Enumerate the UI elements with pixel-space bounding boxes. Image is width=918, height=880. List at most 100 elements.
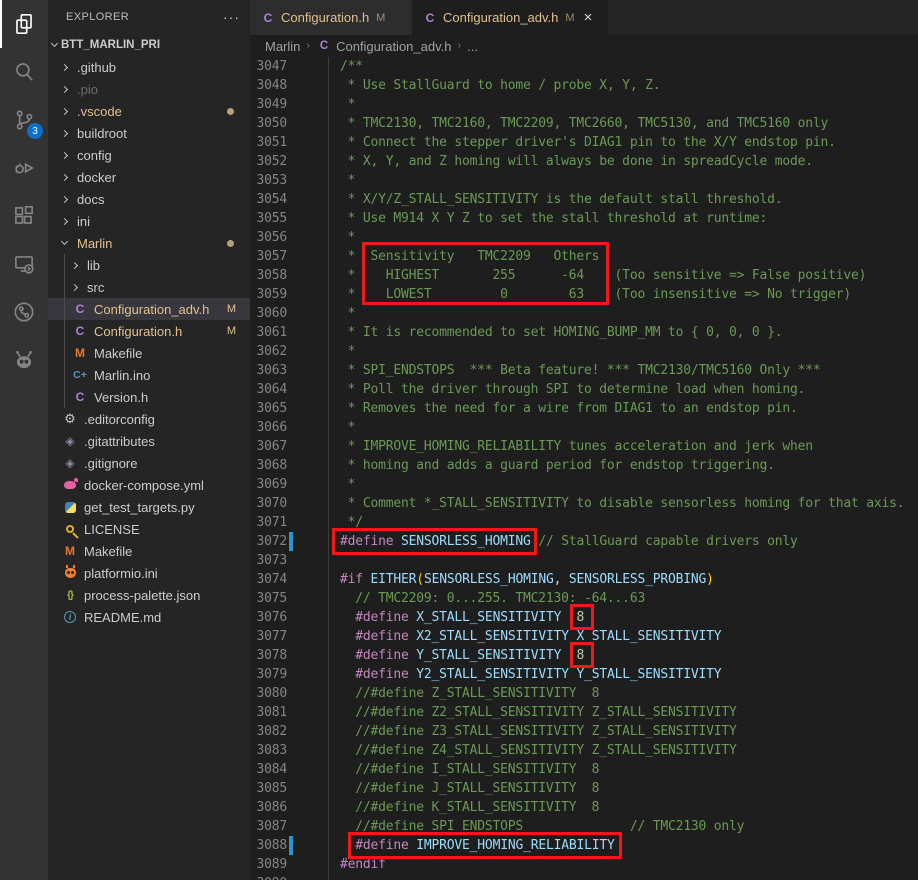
code-line-3054[interactable]: 3054 * X/Y/Z_STALL_SENSITIVITY is the de… bbox=[250, 190, 918, 209]
c-file-icon: C bbox=[422, 11, 438, 25]
code-line-3087[interactable]: 3087 //#define SPI_ENDSTOPS // TMC2130 o… bbox=[250, 817, 918, 836]
code-text: #define Y_STALL_SENSITIVITY 8 bbox=[340, 646, 584, 665]
code-line-3079[interactable]: 3079 #define Y2_STALL_SENSITIVITY Y_STAL… bbox=[250, 665, 918, 684]
code-line-3066[interactable]: 3066 * bbox=[250, 418, 918, 437]
code-line-3060[interactable]: 3060 * bbox=[250, 304, 918, 323]
tree-item-makefile[interactable]: MMakefile bbox=[48, 540, 250, 562]
extensions-icon[interactable] bbox=[0, 192, 48, 240]
tree-item-docs[interactable]: docs bbox=[48, 188, 250, 210]
code-line-3050[interactable]: 3050 * TMC2130, TMC2160, TMC2209, TMC266… bbox=[250, 114, 918, 133]
platformio-icon[interactable] bbox=[0, 336, 48, 384]
tree-item--pio[interactable]: .pio bbox=[48, 78, 250, 100]
chevron-right-icon bbox=[61, 217, 68, 224]
run-debug-icon[interactable] bbox=[0, 144, 48, 192]
code-line-3076[interactable]: 3076 #define X_STALL_SENSITIVITY 8 bbox=[250, 608, 918, 627]
code-text: * bbox=[340, 171, 355, 190]
code-line-3062[interactable]: 3062 * bbox=[250, 342, 918, 361]
explorer-icon[interactable] bbox=[0, 0, 48, 48]
code-line-3047[interactable]: 3047/** bbox=[250, 57, 918, 76]
code-line-3089[interactable]: 3089#endif bbox=[250, 855, 918, 874]
tree-item-src[interactable]: src bbox=[48, 276, 250, 298]
code-line-3071[interactable]: 3071 */ bbox=[250, 513, 918, 532]
tree-item--github[interactable]: .github bbox=[48, 56, 250, 78]
tree-item-label: Marlin bbox=[77, 236, 112, 251]
close-icon[interactable]: × bbox=[584, 10, 593, 25]
line-number: 3054 bbox=[250, 190, 287, 209]
tree-item-readme-md[interactable]: iREADME.md bbox=[48, 606, 250, 628]
code-line-3052[interactable]: 3052 * X, Y, and Z homing will always be… bbox=[250, 152, 918, 171]
code-line-3073[interactable]: 3073 bbox=[250, 551, 918, 570]
tree-item--gitattributes[interactable]: ◈.gitattributes bbox=[48, 430, 250, 452]
code-line-3061[interactable]: 3061 * It is recommended to set HOMING_B… bbox=[250, 323, 918, 342]
breadcrumb-separator: › bbox=[457, 40, 461, 52]
tree-item-makefile[interactable]: MMakefile bbox=[48, 342, 250, 364]
breadcrumb-folder[interactable]: Marlin bbox=[265, 39, 300, 54]
code-line-3081[interactable]: 3081 //#define Z2_STALL_SENSITIVITY Z_ST… bbox=[250, 703, 918, 722]
breadcrumb-more[interactable]: ... bbox=[467, 39, 478, 54]
tree-item-lib[interactable]: lib bbox=[48, 254, 250, 276]
breadcrumb-file[interactable]: Configuration_adv.h bbox=[336, 39, 451, 54]
license-icon bbox=[62, 525, 78, 533]
code-line-3069[interactable]: 3069 * bbox=[250, 475, 918, 494]
tree-item-configuration-h[interactable]: CConfiguration.hM bbox=[48, 320, 250, 342]
code-line-3077[interactable]: 3077 #define X2_STALL_SENSITIVITY X_STAL… bbox=[250, 627, 918, 646]
code-line-3051[interactable]: 3051 * Connect the stepper driver's DIAG… bbox=[250, 133, 918, 152]
code-line-3088[interactable]: 3088 #define IMPROVE_HOMING_RELIABILITY bbox=[250, 836, 918, 855]
code-line-3065[interactable]: 3065 * Removes the need for a wire from … bbox=[250, 399, 918, 418]
code-line-3067[interactable]: 3067 * IMPROVE_HOMING_RELIABILITY tunes … bbox=[250, 437, 918, 456]
tree-item-configuration-adv-h[interactable]: CConfiguration_adv.hM bbox=[48, 298, 250, 320]
code-line-3078[interactable]: 3078 #define Y_STALL_SENSITIVITY 8 bbox=[250, 646, 918, 665]
code-line-3055[interactable]: 3055 * Use M914 X Y Z to set the stall t… bbox=[250, 209, 918, 228]
code-line-3072[interactable]: 3072#define SENSORLESS_HOMING // StallGu… bbox=[250, 532, 918, 551]
code-text: * Comment *_STALL_SENSITIVITY to disable… bbox=[340, 494, 904, 513]
code-text: #define Y2_STALL_SENSITIVITY Y_STALL_SEN… bbox=[340, 665, 721, 684]
tree-item--editorconfig[interactable]: ⚙.editorconfig bbox=[48, 408, 250, 430]
code-line-3082[interactable]: 3082 //#define Z3_STALL_SENSITIVITY Z_ST… bbox=[250, 722, 918, 741]
tree-item-docker-compose-yml[interactable]: docker-compose.yml bbox=[48, 474, 250, 496]
code-line-3063[interactable]: 3063 * SPI_ENDSTOPS *** Beta feature! **… bbox=[250, 361, 918, 380]
code-line-3083[interactable]: 3083 //#define Z4_STALL_SENSITIVITY Z_ST… bbox=[250, 741, 918, 760]
tree-item-buildroot[interactable]: buildroot bbox=[48, 122, 250, 144]
code-line-3049[interactable]: 3049 * bbox=[250, 95, 918, 114]
tree-item--gitignore[interactable]: ◈.gitignore bbox=[48, 452, 250, 474]
tree-item-docker[interactable]: docker bbox=[48, 166, 250, 188]
tree-root-folder[interactable]: BTT_MARLIN_PRI bbox=[48, 34, 250, 56]
code-line-3053[interactable]: 3053 * bbox=[250, 171, 918, 190]
tree-item-platformio-ini[interactable]: platformio.ini bbox=[48, 562, 250, 584]
tree-item-license[interactable]: LICENSE bbox=[48, 518, 250, 540]
code-line-3057[interactable]: 3057 * Sensitivity TMC2209 Others bbox=[250, 247, 918, 266]
code-line-3080[interactable]: 3080 //#define Z_STALL_SENSITIVITY 8 bbox=[250, 684, 918, 703]
code-line-3048[interactable]: 3048 * Use StallGuard to home / probe X,… bbox=[250, 76, 918, 95]
tab-configuration-adv-h[interactable]: CConfiguration_adv.hM× bbox=[412, 0, 608, 35]
tree-item--vscode[interactable]: .vscode bbox=[48, 100, 250, 122]
git-graph-icon[interactable] bbox=[0, 288, 48, 336]
tree-item-get-test-targets-py[interactable]: get_test_targets.py bbox=[48, 496, 250, 518]
tree-item-marlin-ino[interactable]: C+Marlin.ino bbox=[48, 364, 250, 386]
code-line-3084[interactable]: 3084 //#define I_STALL_SENSITIVITY 8 bbox=[250, 760, 918, 779]
tab-configuration-h[interactable]: CConfiguration.hM bbox=[250, 0, 412, 35]
tree-item-label: docker-compose.yml bbox=[84, 478, 204, 493]
code-line-3074[interactable]: 3074#if EITHER(SENSORLESS_HOMING, SENSOR… bbox=[250, 570, 918, 589]
search-icon[interactable] bbox=[0, 48, 48, 96]
code-line-3064[interactable]: 3064 * Poll the driver through SPI to de… bbox=[250, 380, 918, 399]
tree-item-marlin[interactable]: Marlin bbox=[48, 232, 250, 254]
source-control-icon[interactable]: 3 bbox=[0, 96, 48, 144]
code-line-3070[interactable]: 3070 * Comment *_STALL_SENSITIVITY to di… bbox=[250, 494, 918, 513]
code-line-3058[interactable]: 3058 * HIGHEST 255 -64 (Too sensitive =>… bbox=[250, 266, 918, 285]
tree-item-version-h[interactable]: CVersion.h bbox=[48, 386, 250, 408]
tree-item-config[interactable]: config bbox=[48, 144, 250, 166]
code-area[interactable]: 3047/**3048 * Use StallGuard to home / p… bbox=[250, 57, 918, 880]
code-line-3056[interactable]: 3056 * bbox=[250, 228, 918, 247]
code-line-3068[interactable]: 3068 * homing and adds a guard period fo… bbox=[250, 456, 918, 475]
c-file-icon: C bbox=[72, 302, 88, 316]
tree-item-process-palette-json[interactable]: {}process-palette.json bbox=[48, 584, 250, 606]
code-line-3075[interactable]: 3075 // TMC2209: 0...255. TMC2130: -64..… bbox=[250, 589, 918, 608]
activity-bar: 3 bbox=[0, 0, 48, 880]
remote-explorer-icon[interactable] bbox=[0, 240, 48, 288]
code-line-3086[interactable]: 3086 //#define K_STALL_SENSITIVITY 8 bbox=[250, 798, 918, 817]
code-line-3090[interactable]: 3090 bbox=[250, 874, 918, 880]
tree-item-ini[interactable]: ini bbox=[48, 210, 250, 232]
code-line-3059[interactable]: 3059 * LOWEST 0 63 (Too insensitive => N… bbox=[250, 285, 918, 304]
explorer-more-actions-icon[interactable]: ··· bbox=[223, 9, 240, 25]
code-line-3085[interactable]: 3085 //#define J_STALL_SENSITIVITY 8 bbox=[250, 779, 918, 798]
